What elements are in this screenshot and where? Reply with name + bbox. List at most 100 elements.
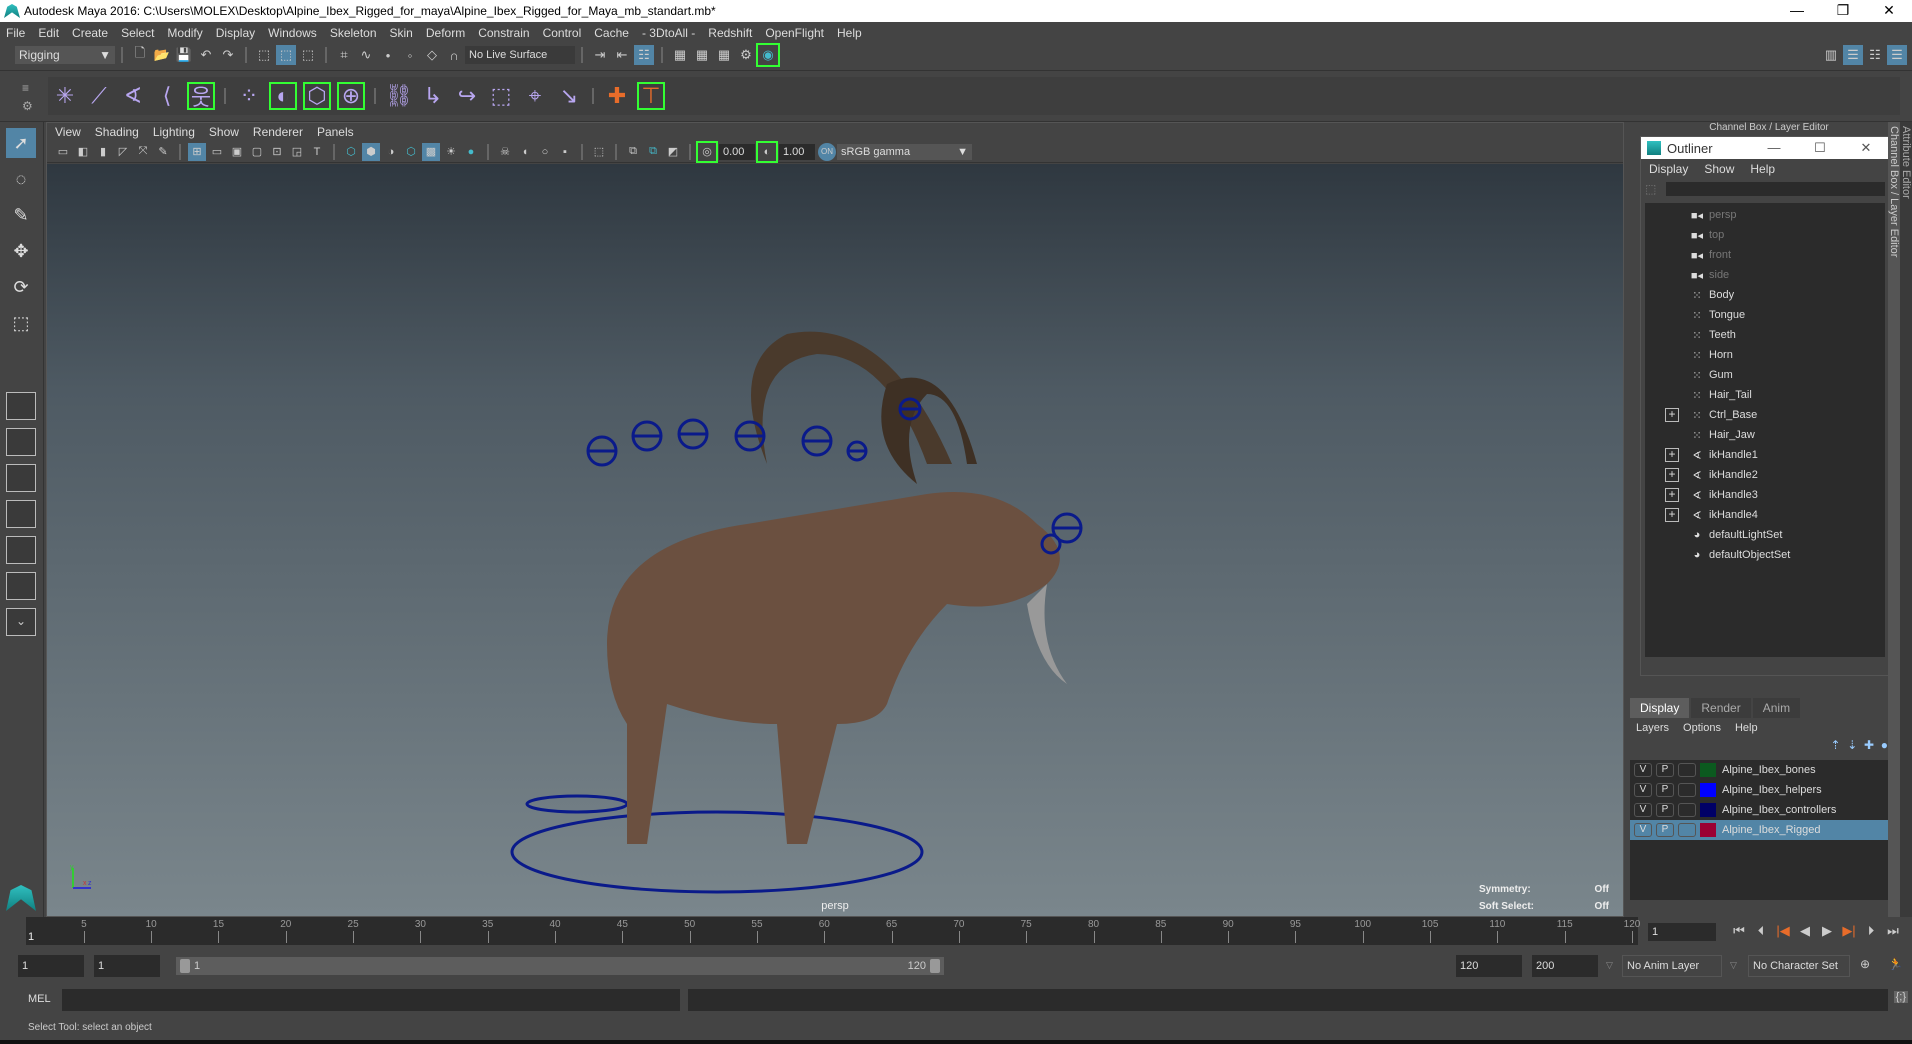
current-frame-field[interactable]: 1 <box>1648 923 1716 941</box>
visibility-toggle[interactable]: V <box>1634 803 1652 817</box>
outliner-item[interactable]: ■◂ top <box>1645 225 1885 245</box>
range-end-handle[interactable] <box>930 959 940 973</box>
render-view-icon[interactable]: ▦ <box>670 45 690 65</box>
camera-attributes-icon[interactable]: ◧ <box>74 143 92 161</box>
playback-start-field[interactable]: 1 <box>94 955 160 977</box>
layer-menu-options[interactable]: Options <box>1683 722 1721 734</box>
move-layer-down-icon[interactable]: ⇣ <box>1847 738 1857 752</box>
skin-paint-icon[interactable]: ⁘ <box>235 82 263 110</box>
bind-skin-icon[interactable]: ◐ <box>269 82 297 110</box>
layer-row[interactable]: V P Alpine_Ibex_Rigged <box>1630 820 1898 840</box>
expand-icon[interactable]: + <box>1665 488 1679 502</box>
layer-menu-layers[interactable]: Layers <box>1636 722 1669 734</box>
close-button[interactable]: ✕ <box>1866 0 1912 22</box>
menu-cache[interactable]: Cache <box>594 26 629 40</box>
modeling-toolkit-icon[interactable]: ▥ <box>1821 45 1841 65</box>
menu-constrain[interactable]: Constrain <box>478 26 529 40</box>
shadows-icon[interactable]: ● <box>462 143 480 161</box>
menu-deform[interactable]: Deform <box>426 26 465 40</box>
shelf-menu-icon[interactable]: ≡ <box>22 81 29 95</box>
snap-grid-icon[interactable]: ⌗ <box>334 45 354 65</box>
grease-pencil-icon[interactable]: ✎ <box>154 143 172 161</box>
outliner-item[interactable]: ⁙ Hair_Tail <box>1645 385 1885 405</box>
menu-set-dropdown[interactable]: Rigging ▼ <box>15 46 115 64</box>
2d-pan-zoom-icon[interactable]: ⤧ <box>134 143 152 161</box>
time-ruler[interactable]: 1 5 10 15 20 25 30 35 40 45 50 55 60 65 70 75 80 85 90 95 1… <box>26 917 1640 945</box>
outliner-minimize-button[interactable]: — <box>1751 140 1797 156</box>
menu-openflight[interactable]: OpenFlight <box>765 26 824 40</box>
screen-space-ao-icon[interactable]: ☠ <box>496 143 514 161</box>
menu-redshift[interactable]: Redshift <box>708 26 752 40</box>
scale-constraint-icon[interactable]: ⬚ <box>487 82 515 110</box>
redo-icon[interactable]: ↷ <box>218 45 238 65</box>
ik-spline-icon[interactable]: ⟨ <box>153 82 181 110</box>
ibex-model[interactable] <box>47 164 1623 916</box>
undo-icon[interactable]: ↶ <box>196 45 216 65</box>
more-layouts-icon[interactable]: ⌄ <box>6 608 36 636</box>
go-to-end-icon[interactable]: ⏭ <box>1882 923 1904 939</box>
layer-menu-help[interactable]: Help <box>1735 722 1758 734</box>
lasso-tool-icon[interactable]: ◌ <box>6 164 36 194</box>
render-settings-icon[interactable]: ⚙ <box>736 45 756 65</box>
construction-history-icon[interactable]: ☷ <box>634 45 654 65</box>
render-frame-icon[interactable]: ▦ <box>692 45 712 65</box>
outliner-item[interactable]: ◕ defaultLightSet <box>1645 525 1885 545</box>
auto-key-icon[interactable]: ⊕ <box>1860 957 1870 971</box>
panel-menu-show[interactable]: Show <box>209 125 239 139</box>
four-view-layout-icon[interactable] <box>6 428 36 456</box>
menu-file[interactable]: File <box>6 26 25 40</box>
bookmark-icon[interactable]: ▮ <box>94 143 112 161</box>
outliner-maximize-button[interactable]: ☐ <box>1797 140 1843 156</box>
parent-constraint-icon[interactable]: ⛓ <box>385 82 413 110</box>
command-language-label[interactable]: MEL <box>28 993 51 1005</box>
tab-attribute-editor[interactable]: Attribute Editor <box>1900 122 1912 232</box>
hypershade-layout-icon[interactable] <box>6 536 36 564</box>
display-type-toggle[interactable] <box>1678 763 1696 777</box>
outliner-search-input[interactable] <box>1666 182 1885 196</box>
anim-end-field[interactable]: 200 <box>1532 955 1598 977</box>
create-joint-icon[interactable]: ✳ <box>51 82 79 110</box>
new-layer-icon[interactable]: ✚ <box>1864 738 1874 752</box>
select-component-icon[interactable]: ⬚ <box>298 45 318 65</box>
snap-curve-icon[interactable]: ∿ <box>356 45 376 65</box>
attribute-editor-toggle-icon[interactable]: ☰ <box>1843 45 1863 65</box>
range-slider-bar[interactable]: 1 120 <box>176 957 944 975</box>
outliner-item[interactable]: ■◂ side <box>1645 265 1885 285</box>
xray-active-icon[interactable]: ⧉ <box>644 143 662 161</box>
outliner-menu-show[interactable]: Show <box>1704 162 1734 176</box>
display-type-toggle[interactable] <box>1678 783 1696 797</box>
orient-constraint-icon[interactable]: ↪ <box>453 82 481 110</box>
outliner-item[interactable]: ⁙ Tongue <box>1645 305 1885 325</box>
color-management-toggle-icon[interactable]: ON <box>818 142 836 161</box>
point-constraint-icon[interactable]: ↳ <box>419 82 447 110</box>
visibility-toggle[interactable]: V <box>1634 763 1652 777</box>
output-ops-icon[interactable]: ⇤ <box>612 45 632 65</box>
anim-start-field[interactable]: 1 <box>18 955 84 977</box>
go-to-start-icon[interactable]: ⏮ <box>1728 923 1750 939</box>
playback-toggle[interactable]: P <box>1656 763 1674 777</box>
outliner-menu-help[interactable]: Help <box>1750 162 1775 176</box>
anti-aliasing-icon[interactable]: ○ <box>536 143 554 161</box>
panel-menu-view[interactable]: View <box>55 125 81 139</box>
grid-icon[interactable]: ⊞ <box>188 142 206 161</box>
outliner-item[interactable]: + ∢ ikHandle1 <box>1645 445 1885 465</box>
lattice-icon[interactable]: ⬡ <box>303 82 331 110</box>
xray-joints-icon[interactable]: ◩ <box>664 143 682 161</box>
layer-row[interactable]: V P Alpine_Ibex_helpers <box>1630 780 1898 800</box>
menu-select[interactable]: Select <box>121 26 154 40</box>
layer-color-swatch[interactable] <box>1700 763 1716 777</box>
snap-point-icon[interactable]: • <box>378 45 398 65</box>
outliner-close-button[interactable]: ✕ <box>1843 140 1889 156</box>
tab-display[interactable]: Display <box>1630 698 1690 718</box>
character-set-dropdown-arrow-icon[interactable]: ▽ <box>1730 960 1737 971</box>
channel-box-toggle-icon[interactable]: ☰ <box>1887 45 1907 65</box>
expand-icon[interactable]: + <box>1665 448 1679 462</box>
panel-menu-lighting[interactable]: Lighting <box>153 125 195 139</box>
new-layer-from-selected-icon[interactable]: ● <box>1881 738 1888 752</box>
minimize-button[interactable]: — <box>1774 0 1820 22</box>
outliner-item[interactable]: + ∢ ikHandle4 <box>1645 505 1885 525</box>
visibility-toggle[interactable]: V <box>1634 783 1652 797</box>
animation-preferences-icon[interactable]: 🏃 <box>1888 957 1903 971</box>
insert-joint-icon[interactable]: ⟋ <box>85 82 113 110</box>
expand-icon[interactable]: + <box>1665 468 1679 482</box>
